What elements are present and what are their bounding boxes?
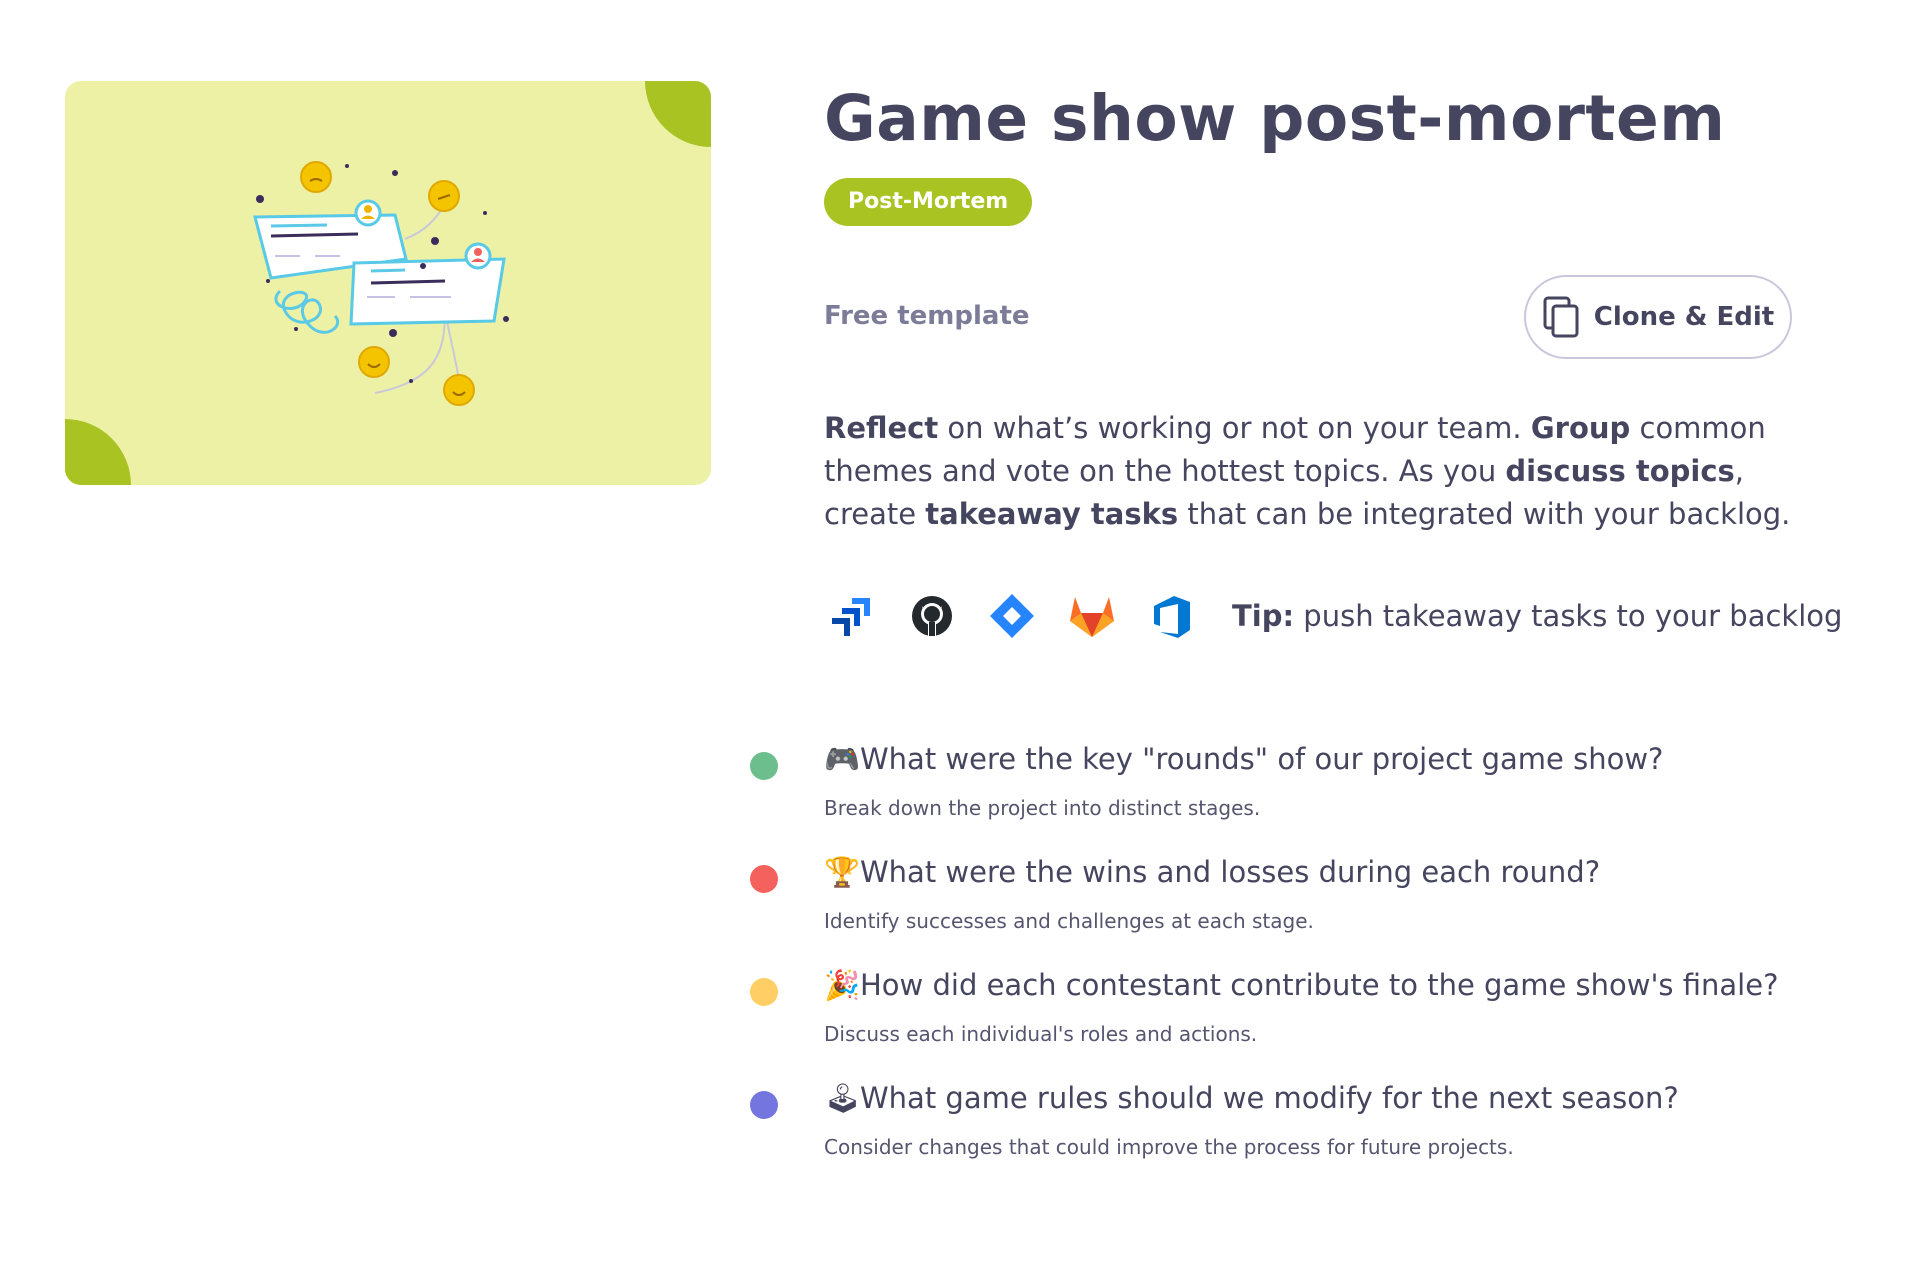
column-color-dot xyxy=(750,865,778,893)
copy-icon xyxy=(1543,296,1579,338)
template-page: Game show post-mortem Post-Mortem Free t… xyxy=(0,0,1910,1264)
joystick-icon: 🕹 xyxy=(824,1081,861,1115)
question-title-text: What were the key "rounds" of our projec… xyxy=(860,742,1664,776)
integrations-row: Tip: push takeaway tasks to your backlog xyxy=(824,588,1842,644)
question-title: 🕹What game rules should we modify for th… xyxy=(824,1081,1679,1116)
question-title: 🎮What were the key "rounds" of our proje… xyxy=(824,742,1663,777)
question-title: 🎉How did each contestant contribute to t… xyxy=(824,968,1778,1003)
clone-edit-label: Clone & Edit xyxy=(1593,302,1775,332)
page-title: Game show post-mortem xyxy=(824,82,1726,155)
free-template-label: Free template xyxy=(824,301,1030,331)
tip-label: Tip: xyxy=(1232,599,1295,633)
column-color-dot xyxy=(750,1091,778,1119)
gitlab-icon xyxy=(1064,588,1120,644)
github-icon xyxy=(904,588,960,644)
description-bold-discuss: discuss topics xyxy=(1505,454,1735,488)
azure-devops-icon xyxy=(1144,588,1200,644)
integration-tip: Tip: push takeaway tasks to your backlog xyxy=(1232,599,1842,633)
column-color-dot xyxy=(750,978,778,1006)
question-title-text: What were the wins and losses during eac… xyxy=(860,855,1601,889)
question-title-text: What game rules should we modify for the… xyxy=(860,1081,1679,1115)
description-bold-group: Group xyxy=(1530,411,1631,445)
column-color-dot xyxy=(750,752,778,780)
question-title-text: How did each contestant contribute to th… xyxy=(860,968,1779,1002)
description-bold-takeaway: takeaway tasks xyxy=(925,497,1179,531)
party-popper-icon: 🎉 xyxy=(824,968,861,1002)
question-subtitle: Discuss each individual's roles and acti… xyxy=(824,1022,1258,1046)
question-subtitle: Identify successes and challenges at eac… xyxy=(824,909,1314,933)
template-description: Reflect on what’s working or not on your… xyxy=(824,407,1824,536)
jira-software-icon xyxy=(984,588,1040,644)
question-title: 🏆What were the wins and losses during ea… xyxy=(824,855,1600,890)
jira-icon xyxy=(824,588,880,644)
description-text: that can be integrated with your backlog… xyxy=(1178,497,1791,531)
question-subtitle: Break down the project into distinct sta… xyxy=(824,796,1261,820)
clone-edit-button[interactable]: Clone & Edit xyxy=(1524,275,1792,359)
trophy-icon: 🏆 xyxy=(824,855,861,889)
tip-text: push takeaway tasks to your backlog xyxy=(1294,599,1843,633)
category-badge[interactable]: Post-Mortem xyxy=(824,178,1033,226)
description-bold-reflect: Reflect xyxy=(824,411,939,445)
description-text: on what’s working or not on your team. xyxy=(938,411,1531,445)
game-controller-icon: 🎮 xyxy=(824,742,861,776)
question-subtitle: Consider changes that could improve the … xyxy=(824,1135,1514,1159)
retrospective-illustration xyxy=(253,161,509,406)
template-preview-image xyxy=(65,81,711,485)
